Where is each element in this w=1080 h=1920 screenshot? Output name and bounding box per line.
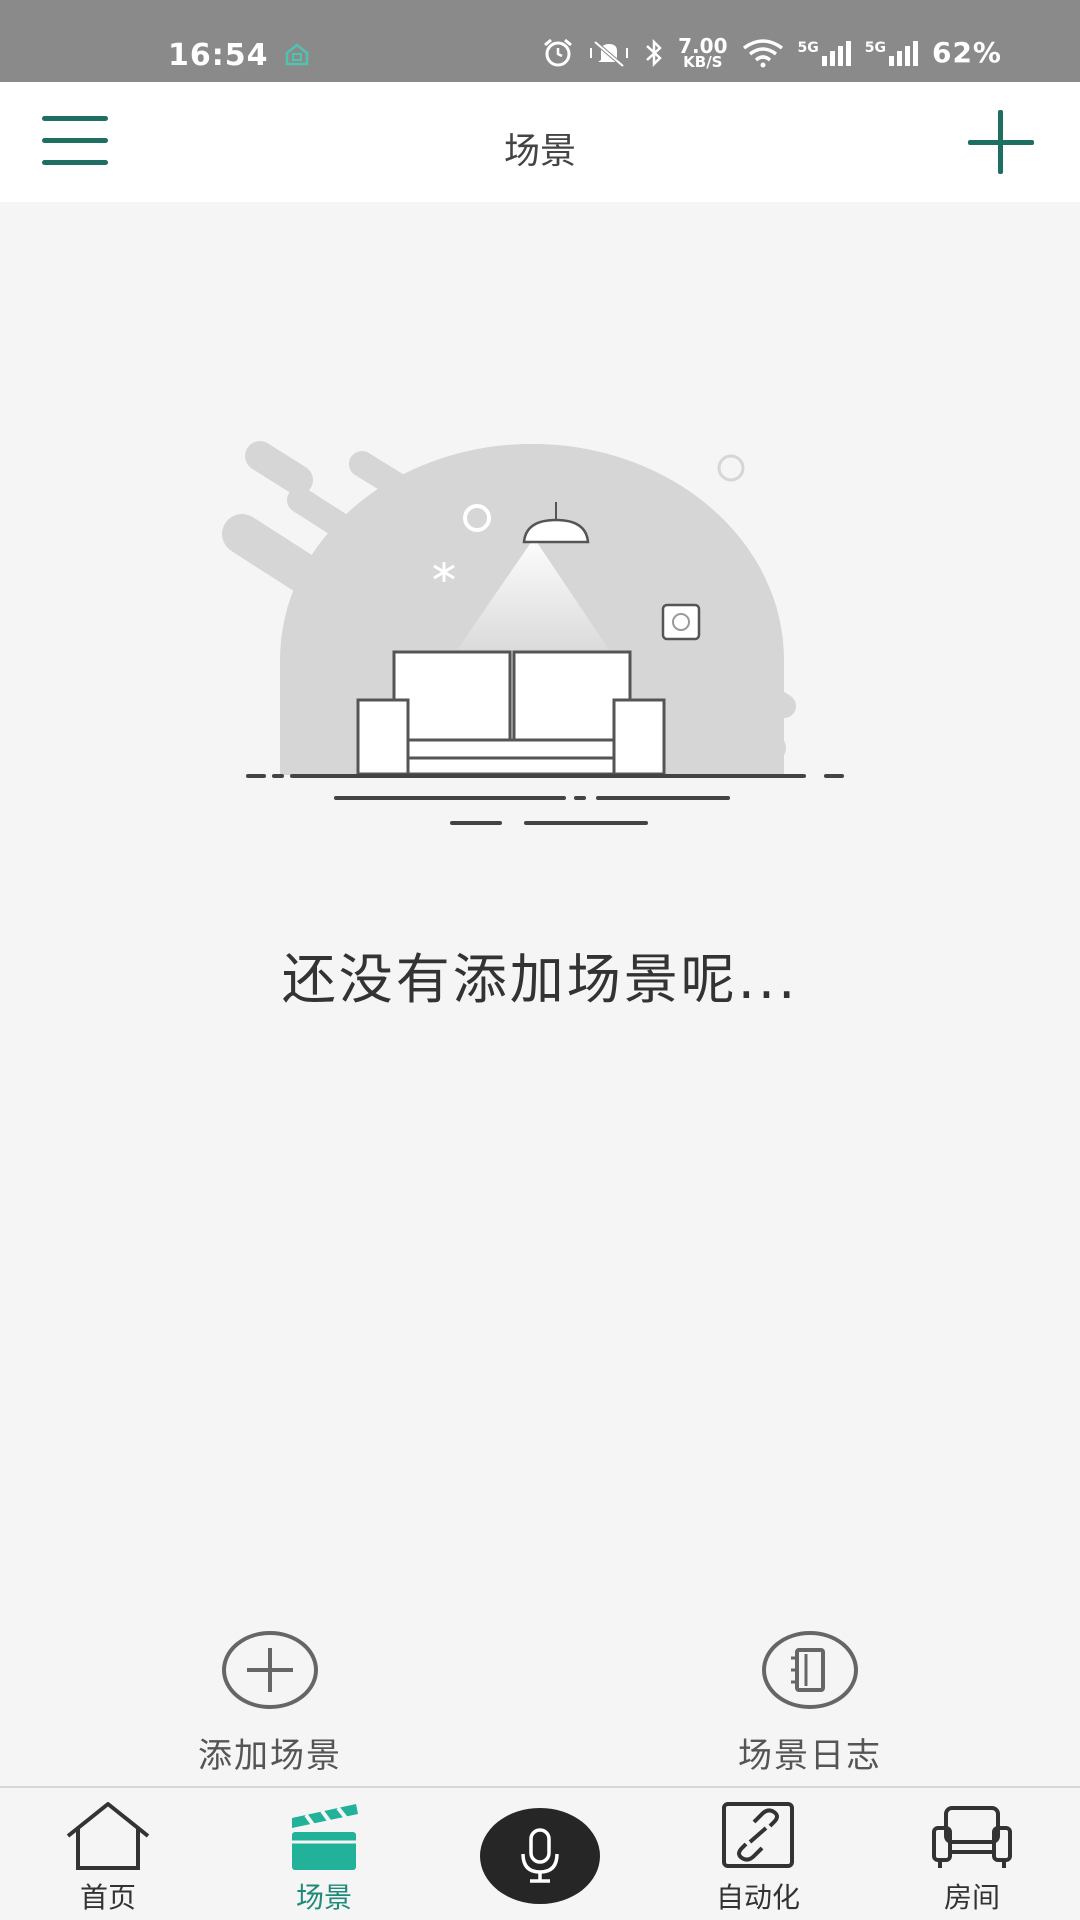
- status-icons: 7.00 KB/S 5G 5G 62%: [542, 36, 1002, 69]
- status-bar: 16:54 7.00 KB/S 5G 5G 62%: [0, 0, 1080, 82]
- app-header: 场景: [0, 82, 1080, 202]
- battery-level: 62%: [931, 36, 1002, 69]
- bottom-nav: 首页 场景 自动化 房间: [0, 1786, 1080, 1920]
- log-book-icon: [762, 1631, 858, 1709]
- tab-automation-label: 自动化: [715, 1881, 800, 1914]
- home-icon: [285, 43, 309, 66]
- tab-room-label: 房间: [943, 1881, 1000, 1914]
- empty-state-message: 还没有添加场景呢...: [281, 948, 799, 1011]
- tab-scene[interactable]: 场景: [249, 1798, 399, 1918]
- plus-icon[interactable]: [968, 110, 1038, 174]
- mute-vibrate-icon: [590, 39, 629, 68]
- signal-icon: 5G: [798, 40, 851, 66]
- empty-scene-illustration: [220, 441, 860, 830]
- tab-scene-label: 场景: [295, 1881, 352, 1914]
- add-circle-icon: [222, 1631, 318, 1709]
- tab-home[interactable]: 首页: [33, 1798, 183, 1918]
- microphone-icon: [521, 1828, 559, 1883]
- add-scene-label: 添加场景: [198, 1736, 342, 1776]
- clapperboard-icon: [292, 1804, 358, 1870]
- bluetooth-icon: [646, 38, 662, 67]
- tab-automation[interactable]: 自动化: [683, 1798, 833, 1918]
- sofa-icon: [932, 1806, 1012, 1868]
- net-speed: 7.00 KB/S: [678, 33, 728, 71]
- wifi-icon: [742, 38, 783, 67]
- link-icon: [722, 1802, 794, 1868]
- tab-home-label: 首页: [79, 1881, 136, 1914]
- add-scene-button[interactable]: 添加场景: [160, 1630, 380, 1777]
- status-time: 16:54: [168, 38, 269, 73]
- scene-log-label: 场景日志: [738, 1736, 882, 1776]
- tab-room[interactable]: 房间: [897, 1798, 1047, 1918]
- page-title: 场景: [503, 131, 576, 172]
- signal-icon: 5G: [865, 40, 918, 66]
- alarm-icon: [544, 38, 573, 66]
- voice-button[interactable]: [480, 1808, 600, 1904]
- scene-log-button[interactable]: 场景日志: [700, 1630, 920, 1777]
- house-icon: [66, 1802, 150, 1870]
